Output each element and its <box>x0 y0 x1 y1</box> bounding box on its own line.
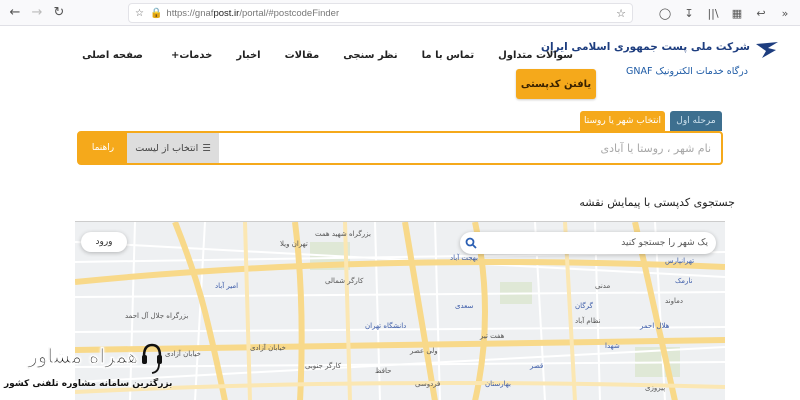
map-login-button[interactable]: ورود <box>81 232 127 252</box>
downloads-icon[interactable]: ↧ <box>680 3 698 23</box>
forward-icon[interactable]: → <box>26 2 48 24</box>
map-label: نظام آباد <box>575 317 601 325</box>
map-search-box <box>460 232 716 254</box>
main-nav: صفحه اصلی خدمات+ اخبار مقالات نظر سنجی ت… <box>70 50 585 61</box>
map-label: نارمک <box>675 277 693 285</box>
post-bird-logo-icon <box>756 42 778 58</box>
site-subtitle: درگاه خدمات الکترونیک GNAF <box>626 66 748 77</box>
watermark-brand: همراه مشاور <box>28 344 139 369</box>
map-label: بزرگراه جلال آل احمد <box>125 312 189 320</box>
search-icon[interactable] <box>460 232 482 254</box>
sync-icon[interactable]: ↩ <box>752 3 770 23</box>
nav-contact[interactable]: تماس با ما <box>410 50 486 61</box>
map-label: سعدی <box>455 302 474 310</box>
city-input[interactable] <box>219 133 721 163</box>
address-bar[interactable]: ☆ 🔒 https://gnafpost.ir/portal/#postcode… <box>128 3 633 23</box>
map-label: شهدا <box>605 342 620 350</box>
bookmark-star-icon[interactable]: ☆ <box>616 7 626 20</box>
map-label: بزرگراه شهید همت <box>315 230 371 238</box>
headset-logo-icon <box>142 343 162 374</box>
guide-button[interactable]: راهنما <box>79 133 127 163</box>
url-text: https://gnafpost.ir/portal/#postcodeFind… <box>166 7 340 19</box>
tab-step-one[interactable]: مرحله اول <box>670 111 722 131</box>
overflow-menu-icon[interactable]: » <box>776 3 794 23</box>
map-label: کارگر جنوبی <box>305 362 342 370</box>
nav-articles[interactable]: مقالات <box>273 50 332 61</box>
select-from-list-label: انتخاب از لیست <box>135 142 199 154</box>
nav-home[interactable]: صفحه اصلی <box>70 50 155 61</box>
map-label: گرگان <box>575 302 593 310</box>
map-search-input[interactable] <box>482 238 716 248</box>
nav-survey[interactable]: نظر سنجی <box>331 50 409 61</box>
watermark-tagline: بزرگترین سامانه مشاوره تلفنی کشور <box>4 379 173 389</box>
nav-services[interactable]: خدمات+ <box>155 50 224 61</box>
map-label: مدنی <box>595 282 611 290</box>
list-icon: ☰ <box>202 142 211 154</box>
map-label: هلال احمر <box>640 322 670 330</box>
city-search-bar: راهنما ☰ انتخاب از لیست <box>77 131 723 165</box>
map-label: تهران ویلا <box>280 240 308 248</box>
browser-toolbar: ← → ↻ ☆ 🔒 https://gnafpost.ir/portal/#po… <box>0 0 800 26</box>
map-label: کارگر شمالی <box>325 277 364 285</box>
map-label: قصر <box>530 362 544 370</box>
library-icon[interactable]: ||\ <box>704 3 722 23</box>
map-label: هفت تیر <box>480 332 505 340</box>
map-label: امیر آباد <box>215 282 239 290</box>
reload-icon[interactable]: ↻ <box>48 2 70 24</box>
map-label: تهرانپارس <box>665 257 695 265</box>
lock-icon[interactable]: 🔒 <box>150 8 162 19</box>
map-label: دانشگاه تهران <box>365 322 407 330</box>
nav-faq[interactable]: سوالات متداول <box>486 50 585 61</box>
map-section-title: جستجوی کدپستی با پیمایش نقشه <box>579 196 735 209</box>
find-postcode-button[interactable]: یافتن کدپستی <box>516 69 596 99</box>
map-label: خیابان آزادی <box>250 344 286 352</box>
back-icon[interactable]: ← <box>4 2 26 24</box>
pocket-icon[interactable]: ◯ <box>656 3 674 23</box>
site-logo[interactable]: شرکت ملی پست جمهوری اسلامی ایران درگاه خ… <box>541 38 780 82</box>
map-label: بهجت آباد <box>450 254 478 262</box>
tab-select-city[interactable]: انتخاب شهر یا روستا <box>580 111 665 131</box>
nav-news[interactable]: اخبار <box>224 50 272 61</box>
map-label: حافظ <box>375 367 392 375</box>
select-from-list-button[interactable]: ☰ انتخاب از لیست <box>127 133 219 163</box>
map-label: دماوند <box>665 297 684 305</box>
shield-icon[interactable]: ☆ <box>135 8 144 19</box>
extensions-icon[interactable]: ▦ <box>728 3 746 23</box>
watermark-overlay: همراه مشاور بزرگترین سامانه مشاوره تلفنی… <box>0 338 190 400</box>
map-label: بهارستان <box>485 380 511 388</box>
map-label: پیروزی <box>645 384 666 392</box>
map-label: فردوسی <box>415 380 441 388</box>
map-label: ولی عصر <box>410 347 438 355</box>
